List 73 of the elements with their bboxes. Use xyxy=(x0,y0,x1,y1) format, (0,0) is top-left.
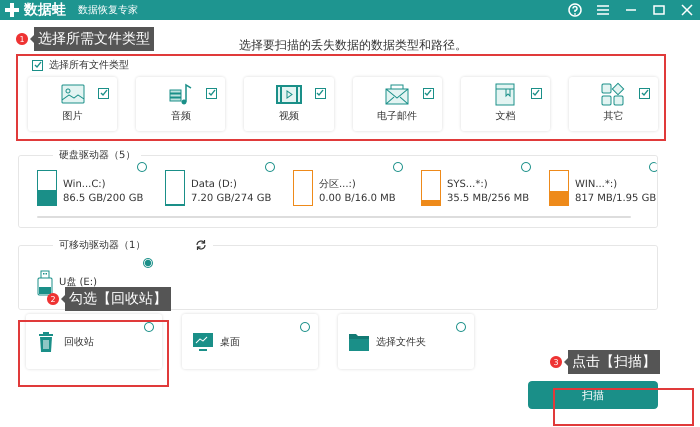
checkbox[interactable] xyxy=(530,88,542,98)
select-all-label: 选择所有文件类型 xyxy=(49,58,129,72)
location-card[interactable]: 选择文件夹 xyxy=(338,314,474,369)
maximize-icon xyxy=(652,3,666,17)
location-label: 回收站 xyxy=(64,336,94,348)
location-card[interactable]: 桌面 xyxy=(182,314,318,369)
app-subtitle: 数据恢复专家 xyxy=(78,4,138,17)
radio-button[interactable] xyxy=(300,322,310,332)
app-name: 数据蛙 xyxy=(24,1,66,19)
scan-button[interactable]: 扫描 xyxy=(528,381,658,409)
drive-item[interactable]: Data (D:) 7.20 GB/274 GB xyxy=(165,166,293,206)
help-icon xyxy=(568,3,582,17)
section-title: 硬盘驱动器（5） xyxy=(59,149,136,162)
drive-size: 0.00 B/16.0 MB xyxy=(319,192,396,206)
file-type-card[interactable]: 电子邮件 xyxy=(352,77,442,131)
radio-button[interactable] xyxy=(521,162,531,172)
drive-size: 86.5 GB/200 GB xyxy=(63,192,144,206)
file-type-label: 图片 xyxy=(62,110,83,123)
checkbox[interactable] xyxy=(206,88,218,98)
radio-button[interactable] xyxy=(393,162,403,172)
scrollbar[interactable] xyxy=(37,216,631,218)
checkbox[interactable] xyxy=(98,88,110,98)
drive-name: Win...C:) xyxy=(63,178,107,192)
step-number: 2 xyxy=(47,293,59,305)
drive-size: 35.5 MB/256 MB xyxy=(447,192,530,206)
file-type-label: 其它 xyxy=(603,110,624,123)
refresh-icon xyxy=(195,239,208,251)
envelope-icon xyxy=(384,82,410,107)
radio-button[interactable] xyxy=(265,162,275,172)
drive-item[interactable]: SYS...*:) 35.5 MB/256 MB xyxy=(421,166,549,206)
file-type-label: 电子邮件 xyxy=(377,110,418,123)
file-type-label: 视频 xyxy=(278,110,299,123)
file-type-card[interactable]: 视频 xyxy=(244,77,334,131)
usb-drive-icon xyxy=(37,270,53,296)
monitor-icon xyxy=(192,330,214,352)
drive-size: 817 MB/1.95 GB xyxy=(575,192,656,206)
drive-name: SYS...*:) xyxy=(447,178,489,192)
select-all-checkbox[interactable] xyxy=(32,60,43,70)
shapes-grid-icon xyxy=(600,82,626,107)
drive-name: U盘 (E:) xyxy=(59,276,97,290)
checkbox[interactable] xyxy=(314,88,326,98)
location-label: 选择文件夹 xyxy=(376,336,426,348)
file-type-label: 音频 xyxy=(170,110,191,123)
drive-item[interactable]: WIN...*:) 817 MB/1.95 GB xyxy=(549,166,657,206)
radio-button[interactable] xyxy=(456,322,466,332)
cross-logo-icon xyxy=(4,2,20,18)
music-note-icon xyxy=(168,82,194,107)
drive-item[interactable]: Win...C:) 86.5 GB/200 GB xyxy=(37,166,165,206)
instruction-text: 选择要扫描的丢失数据的数据类型和路径。 xyxy=(239,38,467,52)
radio-button[interactable] xyxy=(137,162,147,172)
menu-icon xyxy=(596,3,610,17)
film-icon xyxy=(276,82,302,107)
location-card[interactable]: 回收站 xyxy=(26,314,162,369)
location-label: 桌面 xyxy=(220,336,240,348)
step-number: 1 xyxy=(16,33,28,45)
radio-button[interactable] xyxy=(649,162,657,172)
file-type-card[interactable]: 图片 xyxy=(28,77,118,131)
checkbox[interactable] xyxy=(422,88,434,98)
step-number: 3 xyxy=(550,356,562,368)
file-type-card[interactable]: 其它 xyxy=(568,77,658,131)
drive-name: Data (D:) xyxy=(191,178,238,192)
drive-name: 分区...:) xyxy=(319,178,357,192)
close-icon xyxy=(680,3,694,17)
drive-item[interactable]: 分区...:) 0.00 B/16.0 MB xyxy=(293,166,421,206)
section-title: 可移动驱动器（1） xyxy=(59,239,146,252)
drive-name: WIN...*:) xyxy=(575,178,618,192)
file-type-card[interactable]: 文档 xyxy=(460,77,550,131)
radio-button[interactable] xyxy=(143,258,153,268)
file-type-label: 文档 xyxy=(495,110,516,123)
file-type-card[interactable]: 音频 xyxy=(136,77,226,131)
checkbox[interactable] xyxy=(639,88,650,98)
drive-size: 7.20 GB/274 GB xyxy=(191,192,272,206)
radio-button[interactable] xyxy=(144,322,154,332)
